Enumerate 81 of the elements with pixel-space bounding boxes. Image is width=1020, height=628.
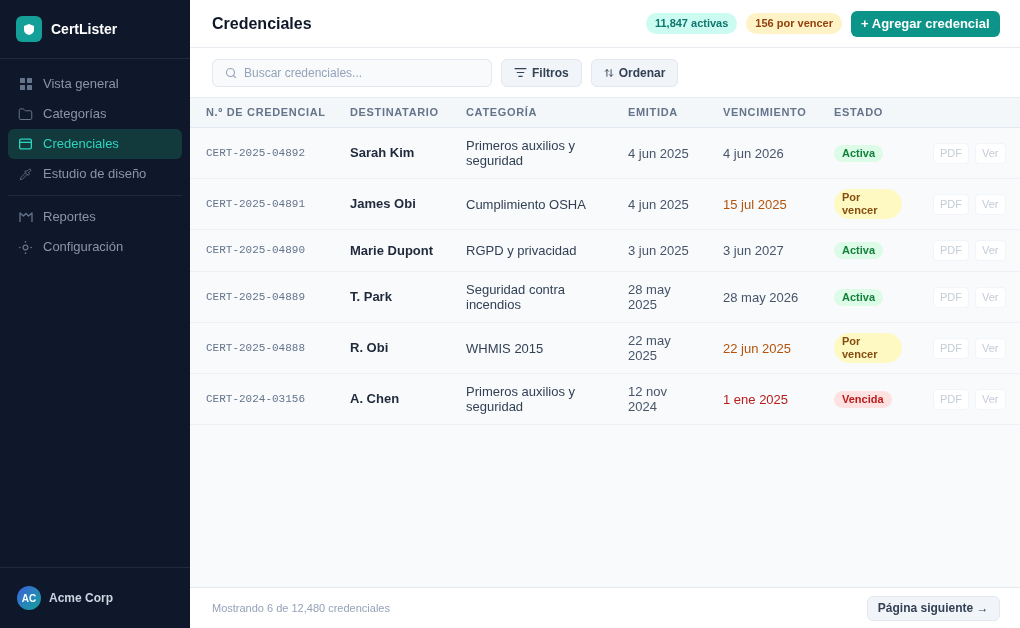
- category-cell-text: Seguridad contra incendios: [466, 282, 566, 312]
- status-badge: Por vencer: [834, 333, 902, 363]
- row-action-button[interactable]: Ver: [975, 193, 1006, 215]
- category-cell-text: Primeros auxilios y seguridad: [466, 384, 577, 414]
- stat-badge: 11,847 activas: [645, 13, 738, 34]
- row-action-button[interactable]: Ver: [975, 337, 1006, 359]
- row-action-button[interactable]: Ver: [975, 142, 1006, 164]
- card-icon: [19, 138, 32, 150]
- credential-id: CERT-2025-04888: [206, 340, 306, 356]
- category-cell-text: Primeros auxilios y seguridad: [466, 138, 577, 168]
- column-header: N.º DE CREDENCIAL: [206, 105, 326, 121]
- issued-date: 4 jun 2025: [628, 196, 689, 212]
- recipient-name: T. Park: [350, 288, 392, 307]
- category-cell: Cumplimiento OSHA: [466, 196, 586, 212]
- issued-date: 4 jun 2025: [628, 145, 689, 161]
- row-action-button[interactable]: PDF: [933, 337, 969, 359]
- expiry-date: 1 ene 2025: [723, 391, 789, 407]
- account-name: Acme Corp: [49, 590, 113, 607]
- status-badge: Activa: [834, 242, 884, 259]
- column-header: DESTINATARIO: [350, 105, 439, 121]
- toolbar-button[interactable]: Ordenar: [590, 58, 679, 87]
- expiry-date: 4 jun 2026: [723, 145, 784, 161]
- row-action-button[interactable]: Ver: [975, 286, 1006, 308]
- column-header: CATEGORÍA: [466, 105, 538, 121]
- issued-date: 12 nov 2024: [628, 384, 669, 414]
- nav-item[interactable]: Configuración: [8, 232, 182, 262]
- issued-date: 28 may 2025: [628, 282, 672, 312]
- pipette-icon: [19, 167, 32, 181]
- recipient-name: R. Obi: [350, 339, 389, 358]
- category-cell: RGPD y privacidad: [466, 243, 577, 258]
- credential-id: CERT-2024-03156: [206, 391, 306, 407]
- recipient-name: Marie Dupont: [350, 241, 434, 260]
- credential-id: CERT-2025-04889: [206, 289, 306, 305]
- nav-item[interactable]: Credenciales: [8, 129, 182, 159]
- row-action-button[interactable]: PDF: [933, 142, 969, 164]
- credential-id: CERT-2025-04890: [206, 243, 306, 259]
- status-badge: Activa: [834, 288, 884, 306]
- row-action-button[interactable]: PDF: [933, 193, 969, 215]
- toolbar-button[interactable]: Filtros: [501, 58, 582, 87]
- category-cell: WHMIS 2015: [466, 340, 544, 356]
- logo-icon: [16, 16, 42, 42]
- credential-id: CERT-2025-04892: [206, 145, 306, 161]
- recipient-name: James Obi: [350, 195, 416, 214]
- column-header: EMITIDA: [628, 105, 678, 121]
- filter-icon: [514, 66, 527, 79]
- column-header: VENCIMIENTO: [723, 105, 807, 121]
- status-badge: Por vencer: [834, 189, 902, 219]
- chart-icon: [18, 212, 33, 222]
- add-credential-button[interactable]: + Agregar credencial: [851, 10, 1000, 37]
- nav-item[interactable]: Categorías: [8, 99, 182, 129]
- row-action-button[interactable]: PDF: [933, 240, 969, 261]
- status-badge: Vencida: [834, 390, 892, 408]
- column-header: ESTADO: [834, 105, 883, 121]
- results-summary: Mostrando 6 de 12,480 credenciales: [212, 600, 390, 616]
- credential-id: CERT-2025-04891: [206, 196, 306, 212]
- expiry-date: 28 may 2026: [723, 289, 799, 305]
- issued-date: 3 jun 2025: [628, 243, 689, 258]
- next-page-button[interactable]: Página siguiente →: [866, 595, 1000, 621]
- row-action-button[interactable]: Ver: [975, 240, 1006, 261]
- settings-icon: [19, 240, 32, 254]
- expiry-date: 15 jul 2025: [723, 196, 787, 212]
- recipient-name: Sarah Kim: [350, 144, 415, 163]
- stat-badge: 156 por vencer: [746, 13, 842, 34]
- search-field[interactable]: Buscar credenciales...: [212, 58, 492, 87]
- row-action-button[interactable]: PDF: [933, 286, 969, 308]
- issued-date: 22 may 2025: [628, 333, 672, 363]
- row-action-button[interactable]: PDF: [933, 388, 969, 410]
- expiry-date: 22 jun 2025: [723, 340, 791, 356]
- avatar: AC: [17, 586, 41, 610]
- nav-item[interactable]: Reportes: [8, 202, 182, 232]
- recipient-name: A. Chen: [350, 390, 400, 409]
- status-badge: Activa: [834, 144, 884, 162]
- grid-icon: [19, 78, 32, 90]
- nav-item[interactable]: Vista general: [8, 69, 182, 99]
- nav-item[interactable]: Estudio de diseño: [8, 159, 182, 189]
- sort-icon: [603, 66, 614, 79]
- folder-icon: [18, 106, 33, 122]
- row-action-button[interactable]: Ver: [975, 388, 1006, 410]
- brand-name: CertLister: [51, 19, 118, 39]
- page-title: Credenciales: [212, 13, 312, 34]
- expiry-date: 3 jun 2027: [723, 243, 784, 258]
